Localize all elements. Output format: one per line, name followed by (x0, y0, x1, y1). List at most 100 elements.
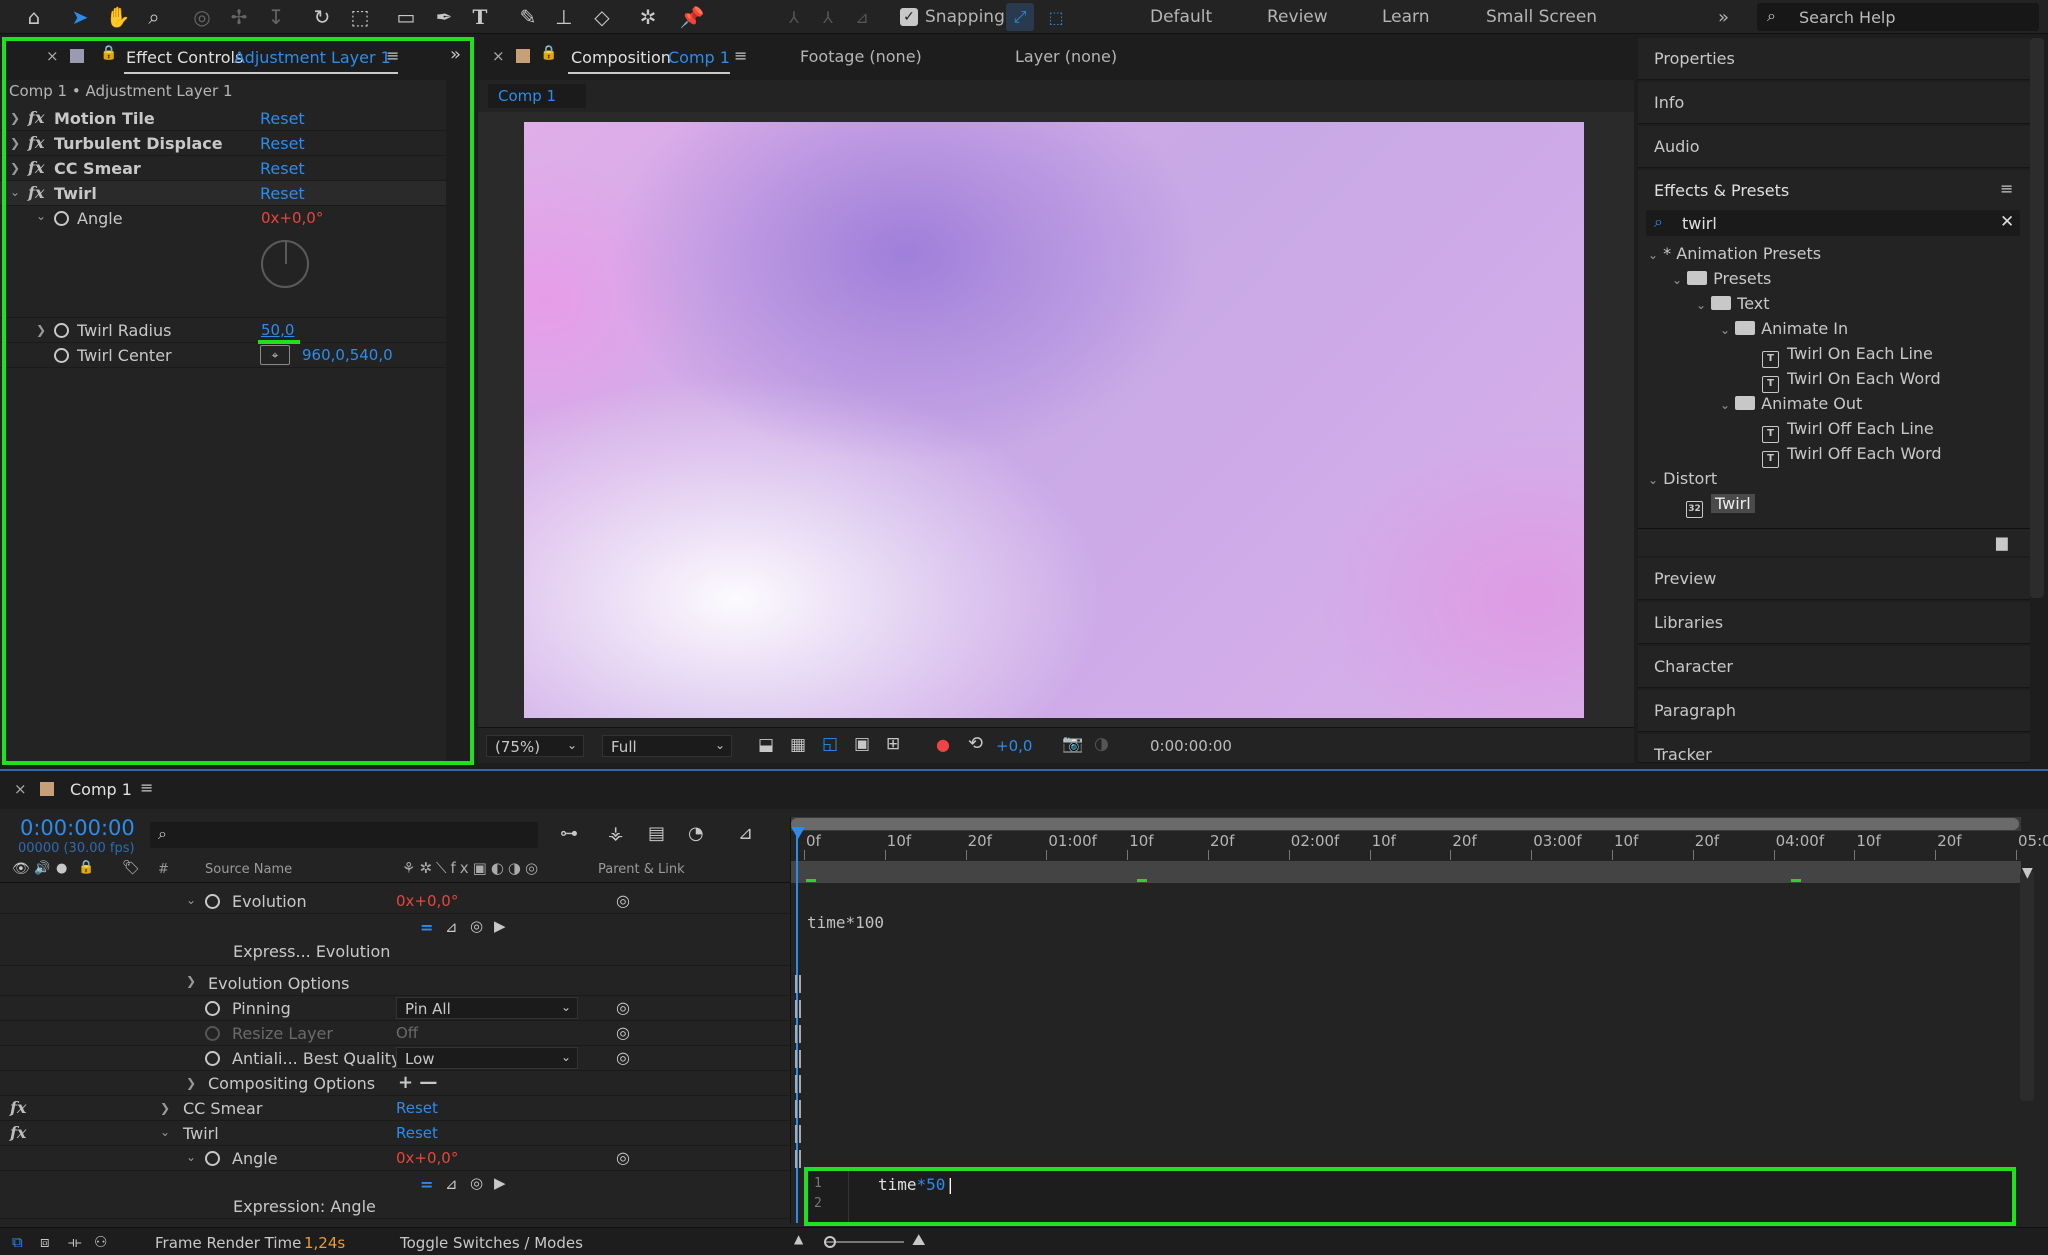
time-navigator-bar[interactable] (791, 818, 2019, 830)
snapshot-icon[interactable]: 📷 (1062, 734, 1083, 754)
work-area-bar[interactable] (791, 861, 2021, 883)
timeline-timecode[interactable]: 0:00:00:00 (20, 816, 135, 840)
audio-panel-header[interactable]: Audio (1638, 126, 2030, 168)
render-time-icon[interactable]: ⚇ (94, 1233, 107, 1251)
workspace-default[interactable]: Default (1150, 7, 1212, 27)
fx-icon[interactable]: fx (10, 1123, 26, 1142)
tree-animate-out[interactable]: ⌄ Animate Out (1720, 394, 1862, 418)
keyframe-marker[interactable] (795, 1150, 801, 1168)
effects-search-input[interactable]: ⌕ twirl ✕ (1646, 210, 2020, 236)
home-icon[interactable]: ⌂ (20, 3, 48, 31)
effects-presets-title[interactable]: Effects & Presets (1654, 181, 1789, 200)
keyframe-marker[interactable] (795, 1075, 801, 1093)
character-panel-header[interactable]: Character (1638, 646, 2030, 688)
clone-stamp-icon[interactable]: ⊥ (550, 3, 578, 31)
keyframe-marker[interactable] (795, 1000, 801, 1018)
channel-icon[interactable]: ● (936, 735, 950, 754)
playhead-icon[interactable] (791, 827, 805, 839)
rotate-tool-icon[interactable]: ↻ (308, 3, 336, 31)
snapping-checkbox[interactable]: ✓ (900, 8, 918, 26)
fx-icon[interactable]: fx (10, 1098, 26, 1117)
language-menu-icon[interactable]: ▶ (494, 1174, 506, 1192)
clear-search-icon[interactable]: ✕ (2000, 212, 2014, 232)
region-of-interest-icon[interactable]: ▣ (854, 734, 870, 754)
pick-whip-icon[interactable]: ◎ (616, 998, 630, 1017)
properties-panel-header[interactable]: Properties (1638, 38, 2030, 80)
shy-layers-icon[interactable]: ⚶ (608, 823, 623, 844)
add-remove-mask-buttons[interactable]: + — (398, 1072, 437, 1093)
stopwatch-icon[interactable] (205, 1026, 220, 1041)
comp-button-icon[interactable]: ▼ (2022, 865, 2033, 881)
keyframe-marker[interactable] (795, 1050, 801, 1068)
column-source-name[interactable]: Source Name (205, 862, 292, 877)
axis-view-icon[interactable]: ⊿ (848, 3, 876, 31)
frame-blending-icon[interactable]: ▤ (648, 823, 665, 844)
composition-tab-comp[interactable]: Comp 1 (668, 48, 730, 67)
lock-icon[interactable]: 🔒 (78, 860, 94, 875)
layer-tab[interactable]: Layer (none) (1015, 47, 1117, 66)
timeline-tab-label[interactable]: Comp 1 (70, 780, 132, 799)
close-panel-icon[interactable]: × (14, 780, 27, 798)
pick-whip-icon[interactable]: ◎ (470, 1174, 483, 1192)
graph-editor-icon[interactable]: ⊿ (738, 823, 753, 844)
tree-twirl[interactable]: 32 Twirl (1686, 494, 1755, 518)
type-tool-icon[interactable]: T (466, 3, 494, 31)
zoom-tool-icon[interactable]: ⌕ (140, 3, 168, 31)
in-out-icon[interactable]: ⟛ (68, 1233, 82, 1251)
pick-whip-icon[interactable]: ◎ (616, 891, 630, 910)
selection-tool-icon[interactable]: ➤ (66, 3, 94, 31)
comp-subtab[interactable]: Comp 1 (488, 84, 586, 108)
workspace-small-screen[interactable]: Small Screen (1486, 7, 1597, 27)
time-navigator[interactable] (791, 817, 2021, 831)
tree-presets[interactable]: ⌄ Presets (1672, 269, 1771, 293)
viewer-timecode[interactable]: 0:00:00:00 (1150, 737, 1232, 755)
brush-tool-icon[interactable]: ✎ (514, 3, 542, 31)
preview-panel-header[interactable]: Preview (1638, 558, 2030, 600)
panel-menu-icon[interactable]: ≡ (734, 46, 747, 65)
composition-tab-label[interactable]: Composition (571, 48, 671, 67)
keyframe-marker[interactable] (795, 1025, 801, 1043)
new-folder-icon[interactable]: ▆ (1996, 533, 2008, 551)
angle-value[interactable]: 0x+0,0° (396, 1149, 458, 1167)
dolly-camera-icon[interactable]: ↧ (262, 3, 290, 31)
hand-tool-icon[interactable]: ✋ (104, 3, 132, 31)
tree-item[interactable]: T Twirl On Each Line (1762, 344, 1933, 368)
workspace-review[interactable]: Review (1267, 7, 1328, 27)
puppet-pin-icon[interactable]: 📌 (678, 3, 706, 31)
tree-item[interactable]: T Twirl On Each Word (1762, 369, 1941, 393)
close-panel-icon[interactable]: × (492, 47, 505, 65)
evolution-value[interactable]: 0x+0,0° (396, 892, 458, 910)
keyframe-marker[interactable] (795, 1100, 801, 1118)
pick-whip-icon[interactable]: ◎ (470, 917, 483, 935)
pick-whip-icon[interactable]: ◎ (616, 1023, 630, 1042)
tree-distort[interactable]: ⌄ Distort (1648, 469, 1717, 493)
expression-enable-icon[interactable]: = (420, 1175, 433, 1194)
grid-guides-icon[interactable]: ⊞ (886, 734, 900, 754)
chevron-right-icon[interactable]: ❯ (186, 1076, 196, 1090)
search-help-input[interactable]: ⌕ Search Help (1757, 3, 2039, 31)
pick-whip-icon[interactable]: ◎ (616, 1148, 630, 1167)
roto-brush-icon[interactable]: ✲ (634, 3, 662, 31)
panel-menu-icon[interactable]: ≡ (2000, 179, 2013, 198)
footage-tab[interactable]: Footage (none) (800, 47, 922, 66)
graph-icon[interactable]: ⊿ (445, 918, 458, 936)
toggle-switches-modes-button[interactable]: Toggle Switches / Modes (400, 1234, 583, 1252)
mask-visibility-icon[interactable]: ◱ (822, 734, 838, 754)
composition-mini-flowchart-icon[interactable]: ⊶ (560, 823, 578, 844)
antialiasing-dropdown[interactable]: Low ⌄ (396, 1047, 578, 1069)
paragraph-panel-header[interactable]: Paragraph (1638, 690, 2030, 732)
stopwatch-icon[interactable] (205, 1151, 220, 1166)
pan-camera-icon[interactable]: ✢ (225, 3, 253, 31)
chevron-right-icon[interactable]: ❯ (160, 1101, 170, 1115)
reset-button[interactable]: Reset (396, 1099, 438, 1117)
exposure-value[interactable]: +0,0 (996, 737, 1032, 755)
snap-grid-icon[interactable]: ⬚ (1042, 3, 1070, 31)
zoom-slider-handle[interactable] (824, 1236, 836, 1248)
column-parent-link[interactable]: Parent & Link (598, 862, 685, 877)
reset-button[interactable]: Reset (396, 1124, 438, 1142)
zoom-slider-track[interactable] (824, 1241, 904, 1243)
axis-world-icon[interactable]: ⅄ (814, 3, 842, 31)
timeline-search-input[interactable]: ⌕ (150, 822, 538, 848)
graph-icon[interactable]: ⊿ (445, 1175, 458, 1193)
audio-icon[interactable]: 🔊 (34, 861, 50, 876)
